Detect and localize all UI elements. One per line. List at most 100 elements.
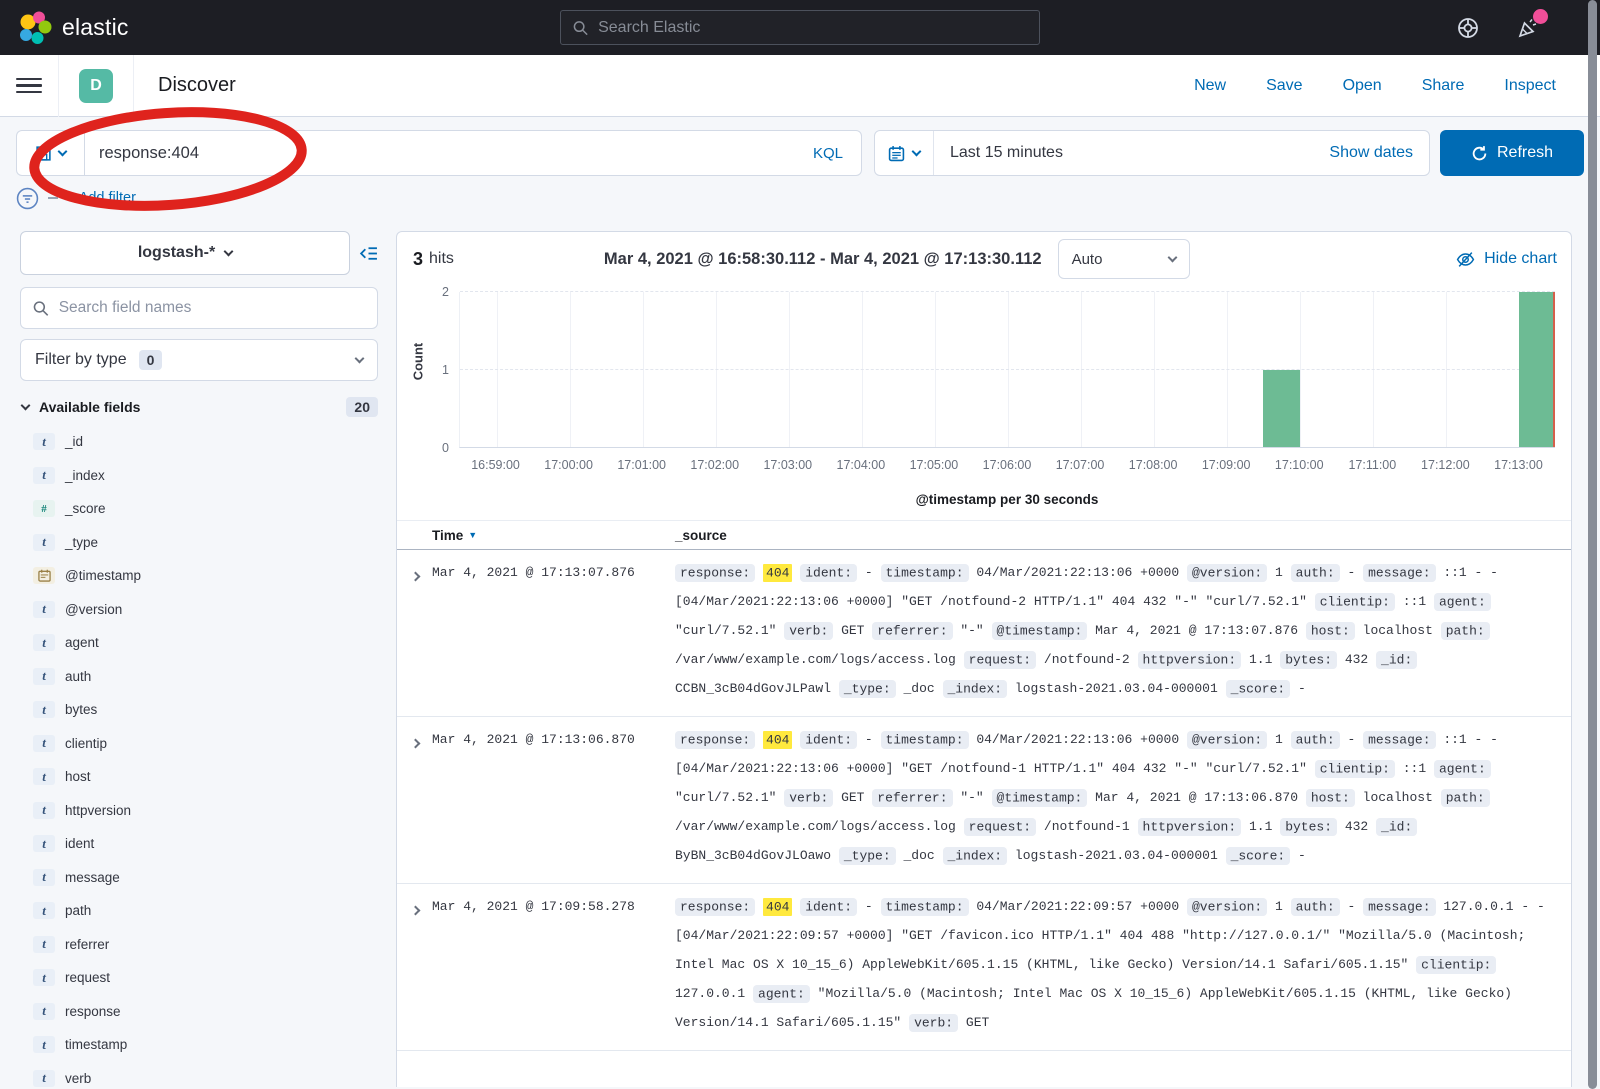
source-value: - bbox=[1298, 848, 1306, 863]
x-axis-tick: 16:59:00 bbox=[471, 458, 520, 472]
source-field-badge: message: bbox=[1363, 731, 1435, 749]
field-item-agent[interactable]: tagent bbox=[20, 626, 378, 660]
app-header: D Discover New Save Open Share Inspect bbox=[0, 55, 1600, 117]
field-search-input[interactable] bbox=[59, 299, 365, 317]
field-item-response[interactable]: tresponse bbox=[20, 995, 378, 1029]
field-item-bytes[interactable]: tbytes bbox=[20, 693, 378, 727]
available-fields-header[interactable]: Available fields 20 bbox=[20, 397, 378, 417]
elastic-logo[interactable]: elastic bbox=[18, 11, 129, 45]
new-button[interactable]: New bbox=[1194, 77, 1226, 95]
field-name: bytes bbox=[65, 702, 97, 717]
field-name: message bbox=[65, 870, 120, 885]
source-value: - bbox=[865, 732, 873, 747]
refresh-button[interactable]: Refresh bbox=[1440, 130, 1584, 176]
source-value: 1 bbox=[1275, 899, 1283, 914]
inspect-button[interactable]: Inspect bbox=[1504, 77, 1556, 95]
field-item-score[interactable]: #_score bbox=[20, 492, 378, 526]
collapse-sidebar-icon[interactable] bbox=[359, 244, 378, 263]
grid-line-vertical bbox=[1081, 292, 1082, 447]
source-field-badge: httpversion: bbox=[1138, 651, 1242, 669]
expand-row-button[interactable] bbox=[397, 558, 432, 703]
field-item-index[interactable]: t_index bbox=[20, 459, 378, 493]
grid-line-vertical bbox=[1008, 292, 1009, 447]
field-item-id[interactable]: t_id bbox=[20, 425, 378, 459]
grid-line-vertical bbox=[1227, 292, 1228, 447]
time-range-value[interactable]: Last 15 minutes bbox=[934, 144, 1329, 162]
table-row: Mar 4, 2021 @ 17:13:07.876response: 404 … bbox=[397, 550, 1571, 717]
source-field-badge: _score: bbox=[1226, 847, 1291, 865]
date-picker: Last 15 minutes Show dates bbox=[874, 130, 1430, 176]
save-button[interactable]: Save bbox=[1266, 77, 1302, 95]
histogram-bar[interactable] bbox=[1519, 292, 1556, 447]
global-search[interactable] bbox=[560, 10, 1040, 45]
show-dates-button[interactable]: Show dates bbox=[1329, 144, 1429, 162]
add-filter-button[interactable]: + Add filter bbox=[67, 190, 136, 206]
filter-menu-icon[interactable] bbox=[16, 187, 39, 210]
histogram-bar[interactable] bbox=[1263, 370, 1300, 448]
page-scrollbar[interactable] bbox=[1588, 0, 1597, 1089]
field-item-httpversion[interactable]: thttpversion bbox=[20, 794, 378, 828]
news-icon[interactable] bbox=[1516, 16, 1540, 40]
expand-row-button[interactable] bbox=[397, 725, 432, 870]
source-field-badge: referrer: bbox=[872, 789, 952, 807]
field-item-message[interactable]: tmessage bbox=[20, 861, 378, 895]
index-pattern-name: logstash-* bbox=[138, 244, 215, 262]
save-query-icon bbox=[35, 145, 52, 162]
index-pattern-switcher[interactable]: logstash-* bbox=[20, 231, 350, 275]
share-button[interactable]: Share bbox=[1422, 77, 1465, 95]
saved-query-menu-button[interactable] bbox=[16, 130, 84, 176]
query-language-button[interactable]: KQL bbox=[795, 145, 861, 162]
field-search[interactable] bbox=[20, 287, 378, 329]
column-header-time[interactable]: Time ▼ bbox=[432, 528, 675, 543]
filter-by-type-select[interactable]: Filter by type 0 bbox=[20, 339, 378, 381]
source-field-badge: timestamp: bbox=[881, 564, 969, 582]
field-item-clientip[interactable]: tclientip bbox=[20, 727, 378, 761]
source-value: - bbox=[1347, 565, 1355, 580]
source-value: Mar 4, 2021 @ 17:13:07.876 bbox=[1095, 623, 1298, 638]
global-search-input[interactable] bbox=[598, 19, 1027, 37]
scrollbar-thumb[interactable] bbox=[1588, 0, 1597, 1089]
field-item-verb[interactable]: tverb bbox=[20, 1062, 378, 1089]
source-value: GET bbox=[841, 623, 864, 638]
source-field-badge: agent: bbox=[753, 985, 810, 1003]
row-time: Mar 4, 2021 @ 17:13:06.870 bbox=[432, 725, 675, 870]
source-value: ::1 bbox=[1403, 761, 1426, 776]
field-item-type[interactable]: t_type bbox=[20, 526, 378, 560]
help-icon[interactable] bbox=[1456, 16, 1480, 40]
chevron-down-icon bbox=[224, 247, 234, 257]
field-item-timestamp[interactable]: ttimestamp bbox=[20, 1028, 378, 1062]
date-quick-select-button[interactable] bbox=[875, 131, 934, 175]
field-item-timestamp[interactable]: @timestamp bbox=[20, 559, 378, 593]
brand-name: elastic bbox=[62, 14, 129, 41]
field-item-ident[interactable]: tident bbox=[20, 827, 378, 861]
source-field-badge: _index: bbox=[943, 847, 1008, 865]
source-field-badge: bytes: bbox=[1280, 818, 1337, 836]
discover-app-badge[interactable]: D bbox=[79, 69, 113, 103]
hits-count: 3 bbox=[413, 249, 423, 270]
expand-row-button[interactable] bbox=[397, 892, 432, 1037]
field-item-request[interactable]: trequest bbox=[20, 961, 378, 995]
table-body: Mar 4, 2021 @ 17:13:07.876response: 404 … bbox=[397, 550, 1571, 1051]
string-field-icon: t bbox=[33, 768, 55, 785]
field-name: _type bbox=[65, 535, 98, 550]
field-item-referrer[interactable]: treferrer bbox=[20, 928, 378, 962]
source-value: 04/Mar/2021:22:13:06 +0000 bbox=[976, 732, 1179, 747]
field-item-version[interactable]: t@version bbox=[20, 593, 378, 627]
source-field-badge: agent: bbox=[1434, 760, 1491, 778]
source-field-badge: verb: bbox=[784, 789, 833, 807]
grid-line-vertical bbox=[862, 292, 863, 447]
number-field-icon: # bbox=[33, 500, 55, 517]
source-value: - bbox=[1347, 732, 1355, 747]
field-item-auth[interactable]: tauth bbox=[20, 660, 378, 694]
field-item-host[interactable]: thost bbox=[20, 760, 378, 794]
refresh-icon bbox=[1471, 145, 1488, 162]
hide-chart-button[interactable]: Hide chart bbox=[1456, 250, 1557, 269]
field-item-path[interactable]: tpath bbox=[20, 894, 378, 928]
string-field-icon: t bbox=[33, 701, 55, 718]
query-input[interactable] bbox=[85, 144, 795, 163]
interval-select[interactable]: Auto bbox=[1058, 239, 1190, 279]
menu-icon[interactable] bbox=[16, 78, 42, 94]
open-button[interactable]: Open bbox=[1343, 77, 1382, 95]
string-field-icon: t bbox=[33, 1070, 55, 1087]
source-value: 1 bbox=[1275, 565, 1283, 580]
